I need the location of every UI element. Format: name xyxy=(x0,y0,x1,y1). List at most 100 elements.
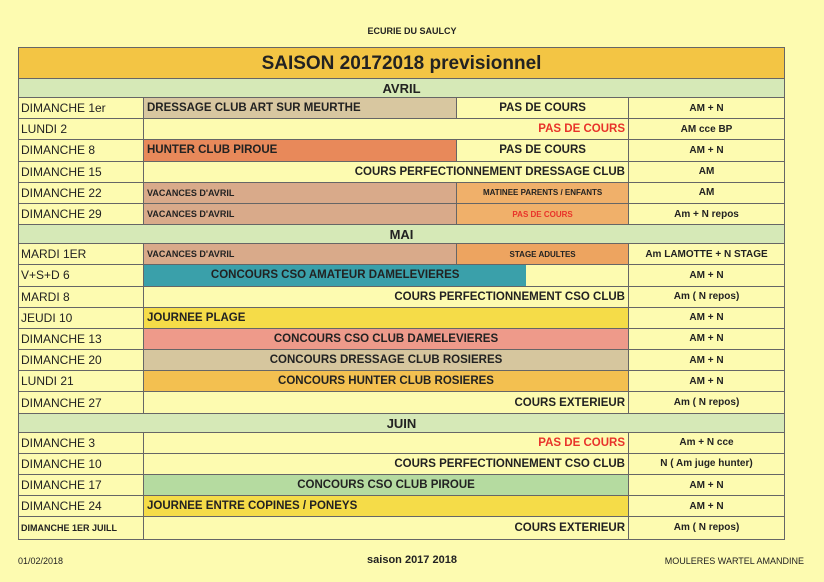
month-header: AVRIL xyxy=(19,79,784,98)
event-label: PAS DE COURS xyxy=(538,123,625,136)
row-event: DRESSAGE CLUB ART SUR MEURTHE PAS DE COUR… xyxy=(144,98,629,119)
table-row: DIMANCHE 29 VACANCES D'AVRIL PAS DE COURS A… xyxy=(19,203,784,226)
row-event: COURS EXTERIEUR xyxy=(144,517,629,539)
event-label: COURS PERFECTIONNEMENT DRESSAGE CLUB xyxy=(354,165,625,178)
table-row: DIMANCHE 1ER JUILL COURS EXTERIEUR Am ( N … xyxy=(19,517,784,539)
row-event: VACANCES D'AVRIL MATINEE PARENTS / ENFANT… xyxy=(144,182,629,203)
table-row: DIMANCHE 3 PAS DE COURS Am + N cce xyxy=(19,432,784,454)
table-row: DIMANCHE 17 CONCOURS CSO CLUB PIROUE AM + … xyxy=(19,475,784,497)
event-label: CONCOURS CSO CLUB PIROUE xyxy=(144,475,628,496)
row-event: CONCOURS DRESSAGE CLUB ROSIERES xyxy=(144,350,629,371)
table-row: DIMANCHE 22 VACANCES D'AVRIL MATINEE PAREN… xyxy=(19,182,784,204)
row-day: DIMANCHE 10 xyxy=(19,453,144,474)
table-row: DIMANCHE 20 CONCOURS DRESSAGE CLUB ROSIER… xyxy=(19,350,784,372)
row-staff: N ( Am juge hunter) xyxy=(660,458,753,470)
organization-title: ECURIE DU SAULCY xyxy=(367,26,457,36)
row-staff: AM + N xyxy=(689,479,724,491)
row-staff: Am + N repos xyxy=(674,208,739,220)
row-day: MARDI 1ER xyxy=(19,244,144,265)
table-row: MARDI 8 COURS PERFECTIONNEMENT CSO CLUB Am… xyxy=(19,286,784,308)
table-row: DIMANCHE 8 HUNTER CLUB PIROUE PAS DE COURS… xyxy=(19,140,784,162)
row-staff: AM + N xyxy=(689,500,724,512)
row-staff: AM + N xyxy=(689,333,724,345)
event-label: VACANCES D'AVRIL xyxy=(144,182,457,203)
row-day: DIMANCHE 15 xyxy=(19,161,144,182)
table-row: DIMANCHE 1er DRESSAGE CLUB ART SUR MEURTH… xyxy=(19,98,784,120)
event-note: PAS DE COURS xyxy=(456,140,628,161)
event-label: VACANCES D'AVRIL xyxy=(144,203,457,225)
row-staff: AM + N xyxy=(689,312,724,324)
event-label: DRESSAGE CLUB ART SUR MEURTHE xyxy=(144,98,457,119)
footer-author: MOULERES WARTEL AMANDINE xyxy=(664,556,804,566)
row-event: CONCOURS CSO CLUB DAMELEVIERES xyxy=(144,328,629,350)
event-note: PAS DE COURS xyxy=(456,203,628,225)
row-event: JOURNEE ENTRE COPINES / PONEYS xyxy=(144,496,629,517)
event-label: CONCOURS CSO AMATEUR DAMELEVIERES xyxy=(144,265,527,286)
event-label: PAS DE COURS xyxy=(538,436,625,449)
table-row: LUNDI 2 PAS DE COURS AM cce BP xyxy=(19,119,784,141)
row-day: LUNDI 2 xyxy=(19,119,144,140)
event-label: CONCOURS DRESSAGE CLUB ROSIERES xyxy=(144,350,628,371)
table-row: JEUDI 10 JOURNEE PLAGE AM + N xyxy=(19,307,784,329)
row-staff: Am ( N repos) xyxy=(673,291,740,303)
row-event: COURS EXTERIEUR xyxy=(144,392,629,413)
row-day: DIMANCHE 24 xyxy=(19,496,144,517)
row-event: PAS DE COURS xyxy=(144,432,629,453)
row-event: CONCOURS CSO CLUB PIROUE xyxy=(144,475,629,496)
event-label: COURS PERFECTIONNEMENT CSO CLUB xyxy=(394,290,625,303)
row-day: V+S+D 6 xyxy=(19,265,144,286)
row-staff: AM xyxy=(698,187,715,199)
row-day: DIMANCHE 29 xyxy=(19,203,144,225)
row-event: JOURNEE PLAGE xyxy=(144,307,629,328)
row-event: COURS PERFECTIONNEMENT CSO CLUB xyxy=(144,453,629,474)
row-staff: AM + N xyxy=(689,144,724,156)
table-row: DIMANCHE 27 COURS EXTERIEUR Am ( N repos) xyxy=(19,392,784,414)
table-row: MARDI 1ER VACANCES D'AVRIL STAGE ADULTES Am… xyxy=(19,244,784,266)
row-event: CONCOURS CSO AMATEUR DAMELEVIERES xyxy=(144,265,629,286)
row-event: CONCOURS HUNTER CLUB ROSIERES xyxy=(144,371,629,392)
row-staff: AM + N xyxy=(689,269,724,281)
row-day: DIMANCHE 27 xyxy=(19,392,144,413)
schedule-body: AVRIL DIMANCHE 1er DRESSAGE CLUB ART SUR M… xyxy=(19,79,784,539)
row-staff: AM + N xyxy=(689,102,724,114)
table-row: LUNDI 21 CONCOURS HUNTER CLUB ROSIERES AM … xyxy=(19,371,784,393)
row-staff: AM + N xyxy=(689,375,724,387)
event-label: VACANCES D'AVRIL xyxy=(144,244,457,265)
row-day: DIMANCHE 22 xyxy=(19,182,144,203)
event-label: COURS PERFECTIONNEMENT CSO CLUB xyxy=(394,457,625,470)
row-day: MARDI 8 xyxy=(19,286,144,307)
event-label: JOURNEE PLAGE xyxy=(144,307,628,328)
row-staff: AM cce BP xyxy=(680,123,733,135)
row-event: COURS PERFECTIONNEMENT CSO CLUB xyxy=(144,286,629,307)
row-staff: Am + N cce xyxy=(679,437,734,449)
row-event: HUNTER CLUB PIROUE PAS DE COURS xyxy=(144,140,629,161)
event-label: JOURNEE ENTRE COPINES / PONEYS xyxy=(144,496,628,517)
row-staff: AM + N xyxy=(689,354,724,366)
event-label: HUNTER CLUB PIROUE xyxy=(144,140,457,161)
row-day: DIMANCHE 8 xyxy=(19,140,144,161)
row-staff: AM xyxy=(698,166,715,178)
row-staff: Am ( N repos) xyxy=(673,522,740,534)
season-title: SAISON 20172018 previsionnel xyxy=(19,48,784,79)
row-staff: Am LAMOTTE + N STAGE xyxy=(645,248,768,260)
table-row: V+S+D 6 CONCOURS CSO AMATEUR DAMELEVIERES… xyxy=(19,265,784,287)
row-day: LUNDI 21 xyxy=(19,371,144,392)
table-row: DIMANCHE 13 CONCOURS CSO CLUB DAMELEVIERE… xyxy=(19,328,784,351)
table-row: DIMANCHE 24 JOURNEE ENTRE COPINES / PONEY… xyxy=(19,496,784,518)
row-event: COURS PERFECTIONNEMENT DRESSAGE CLUB xyxy=(144,161,629,182)
row-event: VACANCES D'AVRIL PAS DE COURS xyxy=(144,203,629,225)
month-header: MAI xyxy=(19,225,784,245)
event-label: CONCOURS CSO CLUB DAMELEVIERES xyxy=(144,328,628,350)
event-label: COURS EXTERIEUR xyxy=(514,521,625,534)
row-event: PAS DE COURS xyxy=(144,119,629,140)
row-event: VACANCES D'AVRIL STAGE ADULTES xyxy=(144,244,629,265)
schedule-table: SAISON 20172018 previsionnel AVRIL DIMANC… xyxy=(18,47,785,540)
event-note: PAS DE COURS xyxy=(456,98,628,119)
event-label: COURS EXTERIEUR xyxy=(514,396,625,409)
row-day: DIMANCHE 3 xyxy=(19,432,144,453)
table-row: DIMANCHE 15 COURS PERFECTIONNEMENT DRESSA… xyxy=(19,161,784,183)
row-day: DIMANCHE 13 xyxy=(19,328,144,350)
event-label: CONCOURS HUNTER CLUB ROSIERES xyxy=(144,371,628,392)
row-day: DIMANCHE 1er xyxy=(19,98,144,119)
event-note: STAGE ADULTES xyxy=(456,244,628,265)
